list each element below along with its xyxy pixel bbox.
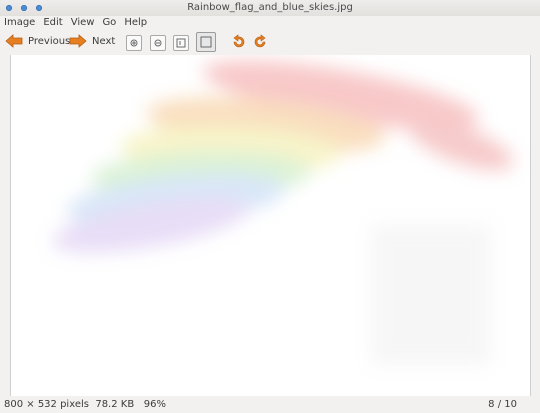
previous-button[interactable]: Previous [4,30,70,52]
previous-label: Previous [28,35,71,47]
menu-bar: Image Edit View Go Help [0,16,540,30]
toolbar: Previous Next [0,30,540,54]
rainbow-flag-image [52,60,514,365]
image-canvas[interactable] [10,55,531,396]
menu-edit[interactable]: Edit [43,16,62,30]
rotate-right-icon[interactable] [252,33,270,51]
menu-go[interactable]: Go [102,16,116,30]
filesize-text: 78.2 KB [95,399,135,410]
rotate-left-icon[interactable] [229,33,247,51]
menu-image[interactable]: Image [4,16,35,30]
image-position: 8 / 10 [488,399,517,410]
next-label: Next [92,35,116,47]
image-info: 800 × 532 pixels 78.2 KB 96% [4,399,166,410]
zoom-text: 96% [143,399,166,410]
window-title: Rainbow_flag_and_blue_skies.jpg [187,2,353,13]
title-bar: Rainbow_flag_and_blue_skies.jpg [0,0,540,16]
normal-size-icon[interactable] [173,35,189,51]
menu-view[interactable]: View [71,16,95,30]
next-button[interactable]: Next [68,30,115,52]
status-bar: 800 × 532 pixels 78.2 KB 96% 8 / 10 [0,396,540,413]
zoom-out-icon[interactable] [150,35,166,51]
zoom-in-icon[interactable] [126,35,142,51]
best-fit-icon[interactable] [196,32,216,52]
arrow-right-icon [69,34,87,48]
menu-help[interactable]: Help [124,16,147,30]
arrow-left-icon [5,34,23,48]
image-viewer-window: Rainbow_flag_and_blue_skies.jpg Image Ed… [0,0,540,413]
dimensions-text: 800 × 532 pixels [4,399,89,410]
